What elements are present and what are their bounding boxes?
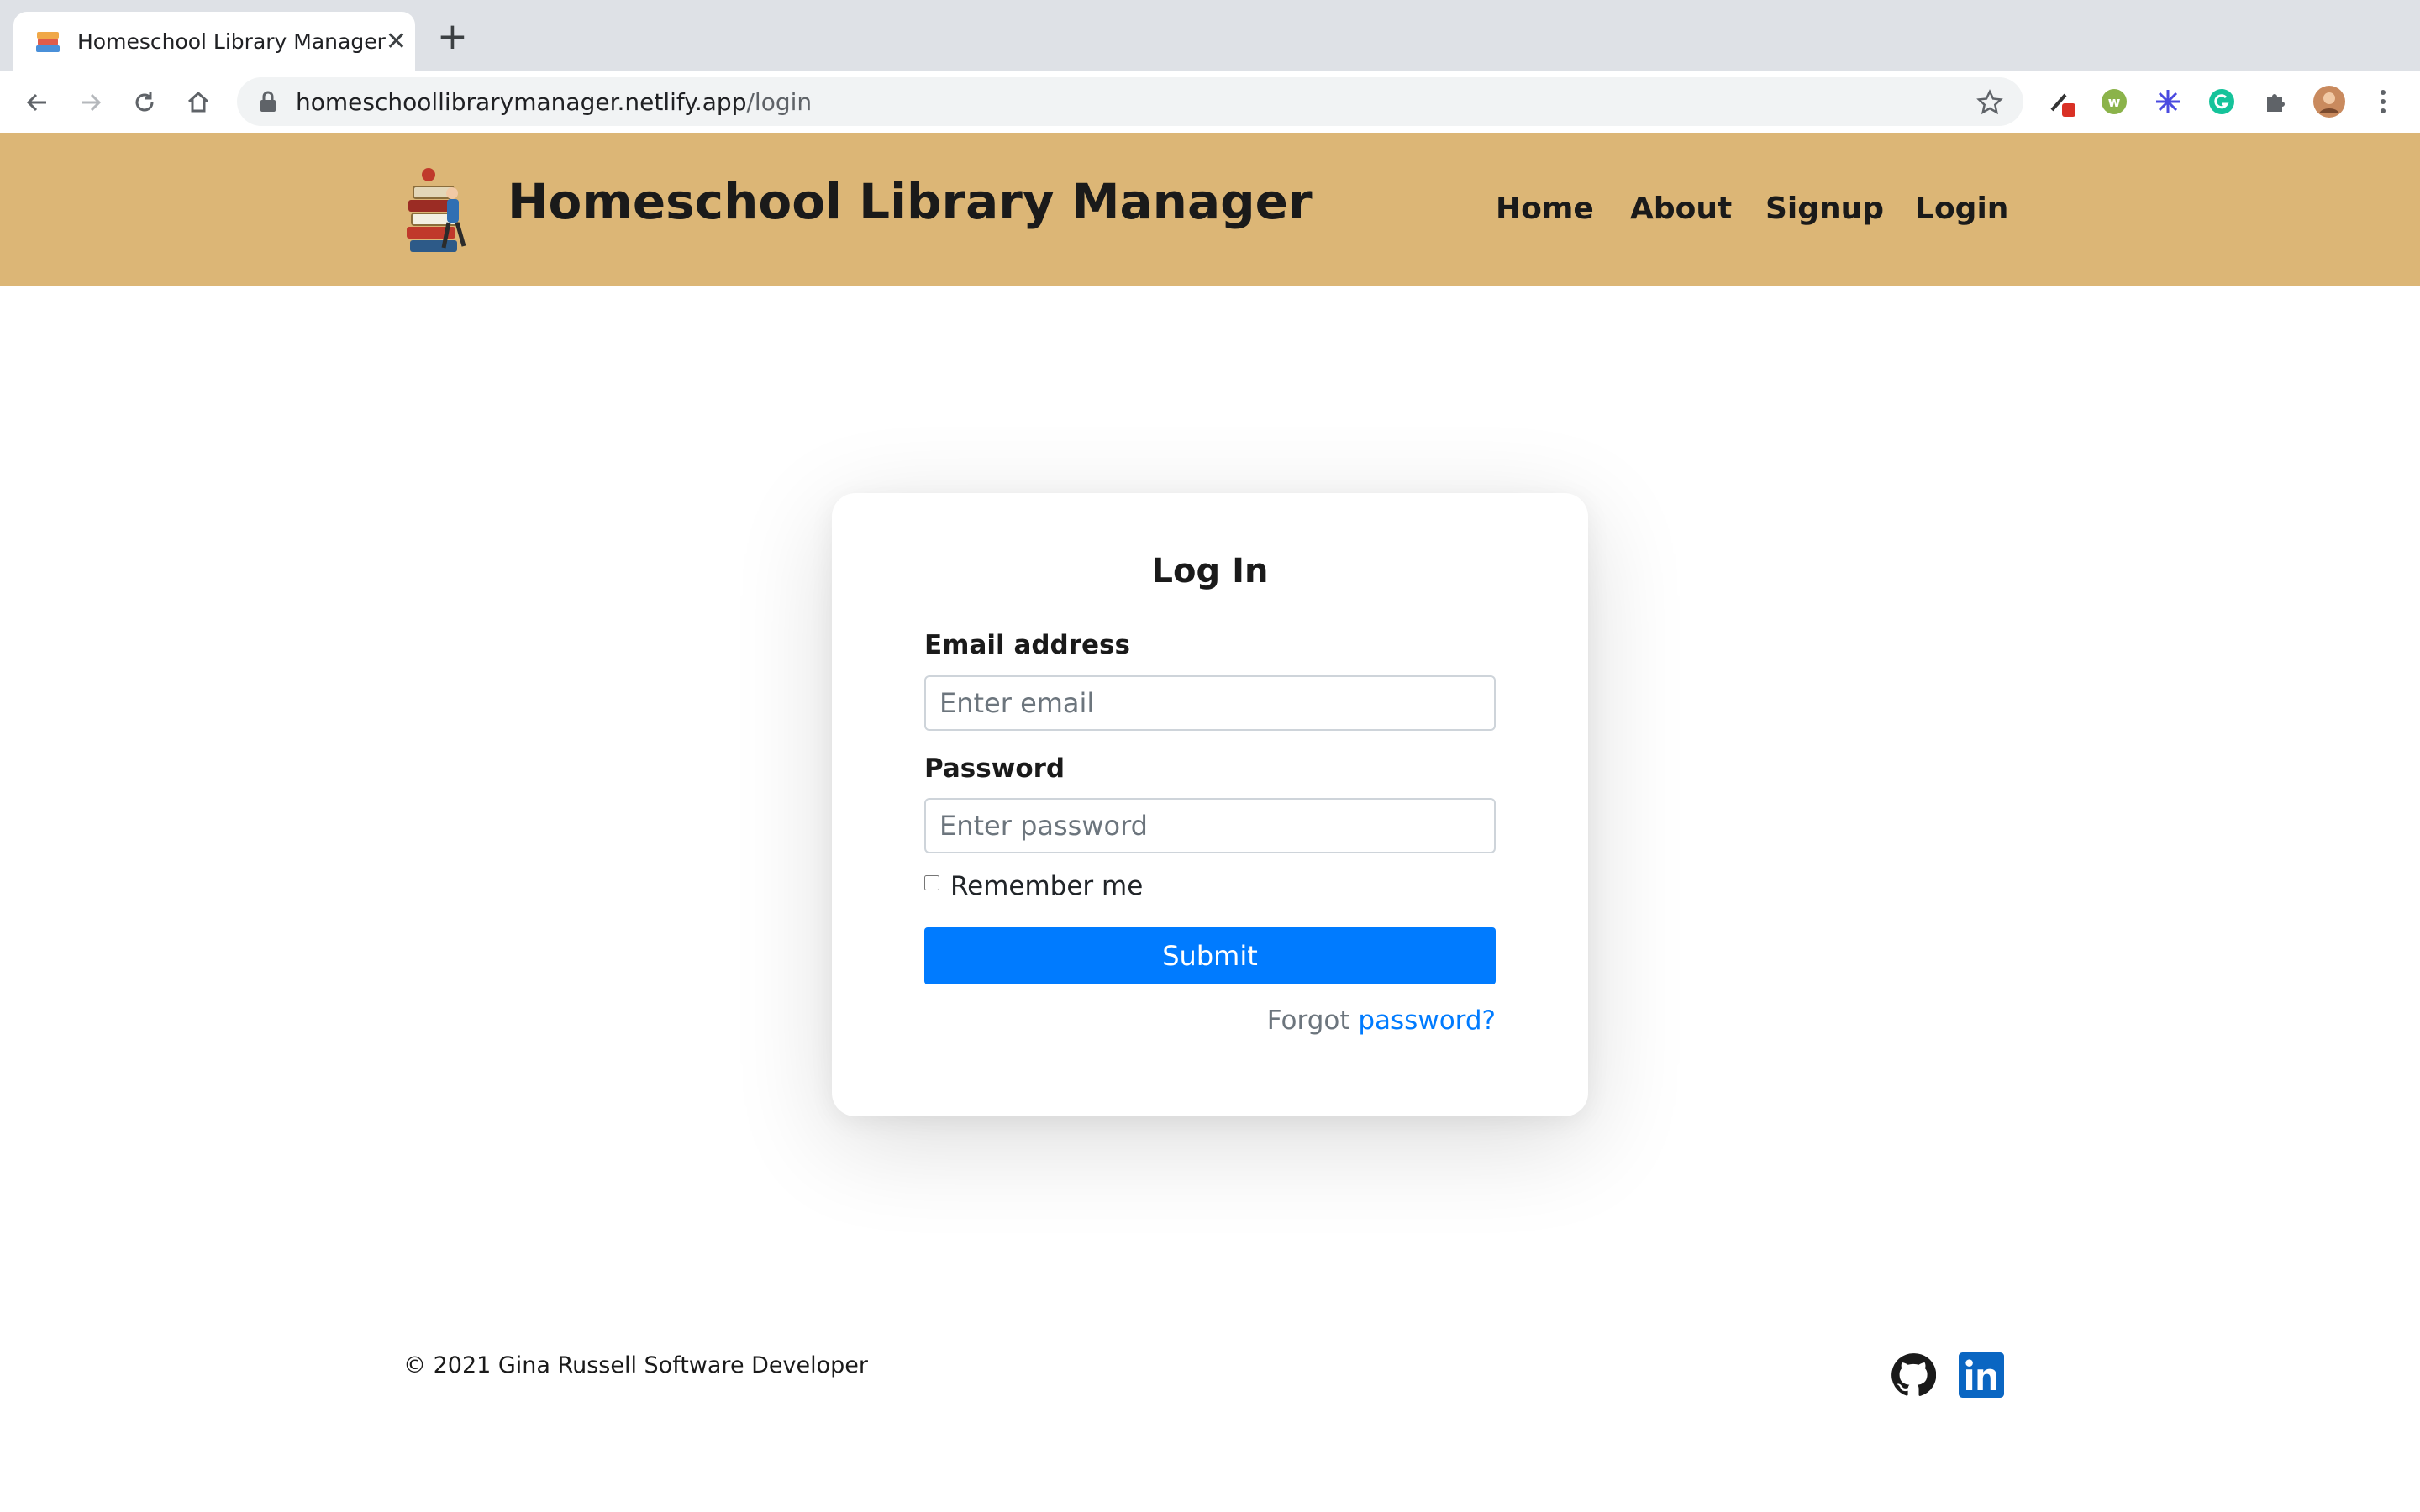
forgot-prefix: Forgot — [1266, 1005, 1350, 1036]
forward-arrow-icon[interactable] — [72, 84, 109, 121]
address-bar[interactable]: homeschoollibrarymanager.netlify.app/log… — [237, 77, 2023, 126]
eyedropper-extension-icon[interactable] — [2044, 83, 2081, 120]
nav-home[interactable]: Home — [1496, 192, 1594, 226]
w-extension-icon[interactable]: w — [2096, 83, 2133, 120]
remember-me-checkbox[interactable] — [924, 875, 939, 890]
nav-signup[interactable]: Signup — [1765, 192, 1884, 226]
url-path: /login — [746, 87, 813, 116]
browser-menu-icon[interactable] — [2365, 83, 2402, 120]
browser-tab[interactable]: Homeschool Library Manager ✕ — [13, 12, 415, 71]
url-text: homeschoollibrarymanager.netlify.app/log… — [296, 88, 812, 116]
forgot-password-text: Forgot password? — [1267, 1005, 1496, 1036]
email-label: Email address — [924, 630, 1130, 660]
nav-login[interactable]: Login — [1915, 192, 2008, 226]
email-field[interactable] — [924, 675, 1496, 731]
password-label: Password — [924, 753, 1065, 784]
profile-avatar[interactable] — [2311, 83, 2348, 120]
footer-copyright: © 2021 Gina Russell Software Developer — [403, 1352, 868, 1378]
password-field[interactable] — [924, 798, 1496, 853]
url-host: homeschoollibrarymanager.netlify.app — [296, 87, 747, 116]
submit-button[interactable]: Submit — [924, 927, 1496, 984]
home-icon[interactable] — [180, 84, 217, 121]
bookmark-star-icon[interactable] — [1976, 89, 2003, 119]
svg-text:w: w — [2108, 94, 2121, 110]
browser-tabstrip: Homeschool Library Manager ✕ + — [0, 0, 2420, 71]
login-card: Log In Email address Password Remember m… — [832, 493, 1588, 1116]
grammarly-icon[interactable] — [2203, 83, 2240, 120]
books-favicon-icon — [34, 27, 62, 55]
github-icon[interactable] — [1891, 1352, 1937, 1398]
back-arrow-icon[interactable] — [18, 84, 55, 121]
reload-icon[interactable] — [126, 84, 163, 121]
lock-icon — [259, 91, 277, 113]
asterisk-extension-icon[interactable] — [2149, 83, 2186, 120]
forgot-password-link[interactable]: password? — [1358, 1005, 1496, 1036]
site-title[interactable]: Homeschool Library Manager — [508, 173, 1313, 230]
linkedin-icon[interactable] — [1959, 1352, 2004, 1398]
books-logo-icon[interactable] — [403, 163, 472, 257]
close-tab-icon[interactable]: ✕ — [386, 27, 407, 56]
remember-me-label[interactable]: Remember me — [950, 871, 1143, 901]
puzzle-extensions-icon[interactable] — [2257, 83, 2294, 120]
nav-about[interactable]: About — [1630, 192, 1732, 226]
login-title: Log In — [1151, 552, 1269, 591]
new-tab-icon[interactable]: + — [437, 18, 468, 55]
tab-title: Homeschool Library Manager — [77, 29, 386, 54]
